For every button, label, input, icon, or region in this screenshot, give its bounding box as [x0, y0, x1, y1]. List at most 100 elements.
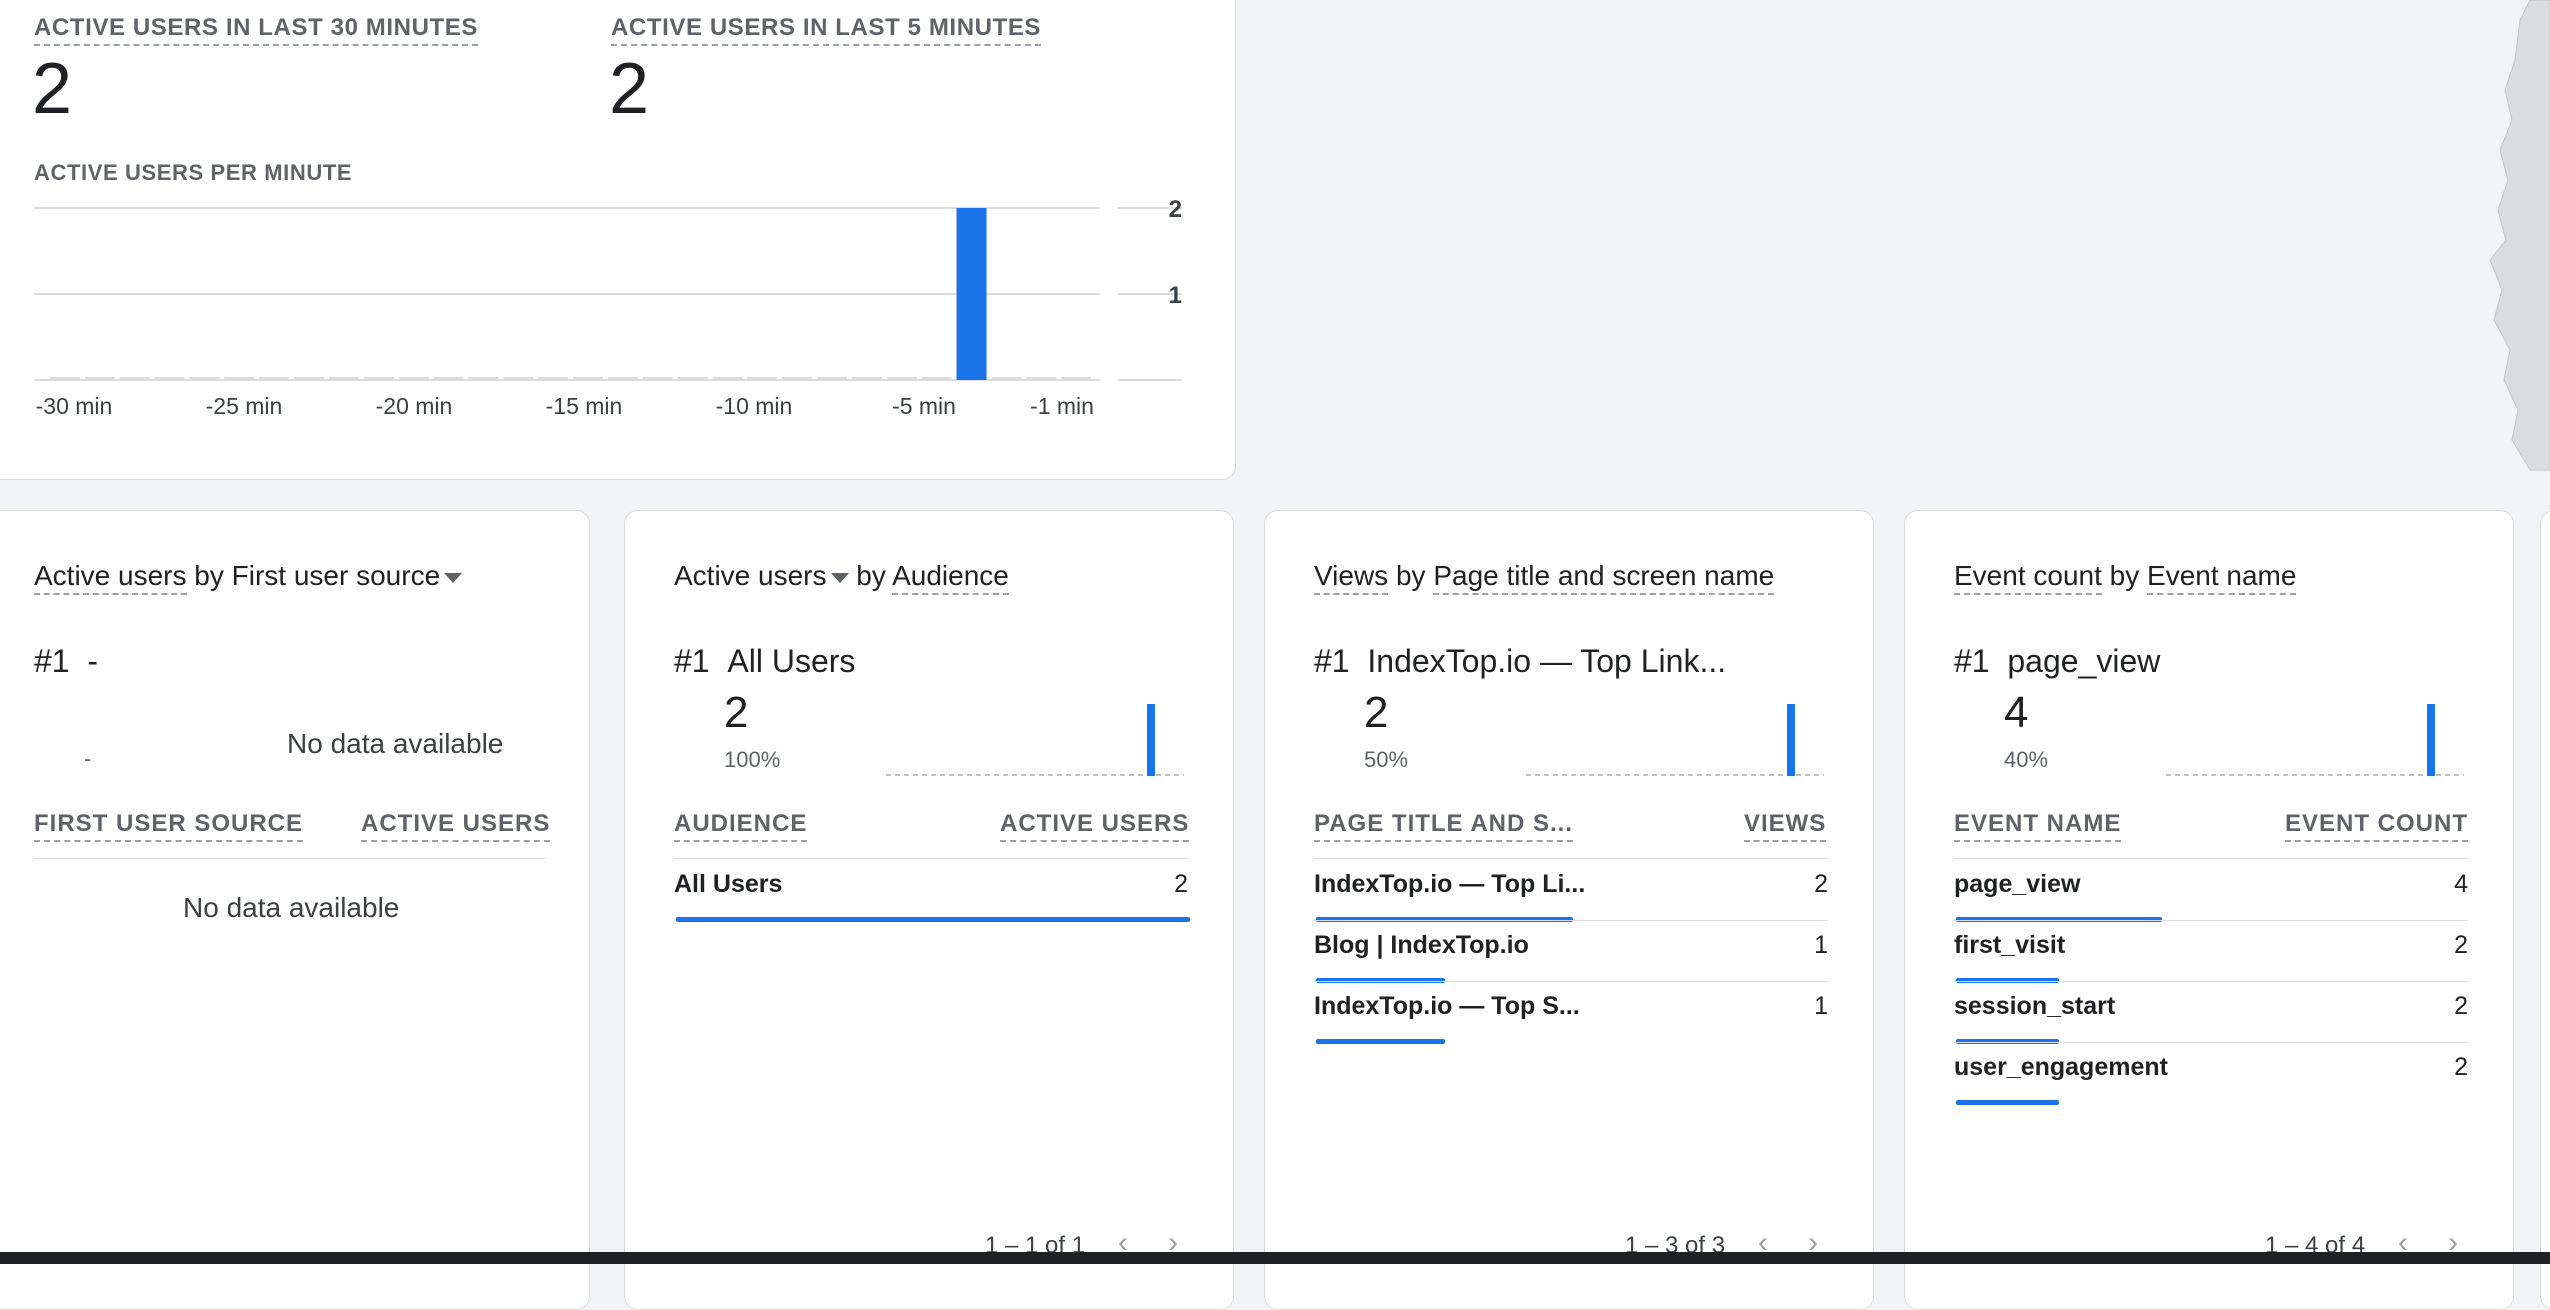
- col-head-event-name[interactable]: EVENT NAME: [1954, 810, 2122, 842]
- title-by: by: [1395, 560, 1426, 591]
- card-next-partial: [2540, 510, 2550, 1310]
- caret-down-icon[interactable]: [830, 572, 849, 583]
- chart-bar-empty: [712, 377, 743, 380]
- metric-selector[interactable]: Active users: [674, 560, 827, 591]
- table-row-value: 2: [1174, 870, 1188, 898]
- chart-bar-empty: [433, 377, 464, 380]
- table-row-label[interactable]: page_view: [1954, 870, 2080, 899]
- col-head-active-users[interactable]: ACTIVE USERS: [1000, 810, 1190, 842]
- chart-bar-empty: [991, 377, 1022, 380]
- caret-down-icon[interactable]: [444, 572, 463, 583]
- card-title-source: Active users by First user source: [34, 560, 463, 595]
- chart-bar[interactable]: [956, 208, 987, 380]
- active-users-30-value: 2: [32, 49, 73, 129]
- chart-bar-empty: [503, 377, 534, 380]
- x-tick-label: -20 min: [376, 393, 453, 419]
- chart-bar-empty: [677, 377, 708, 380]
- col-head-event-count[interactable]: EVENT COUNT: [2285, 810, 2469, 842]
- table-row-bar: [1956, 1100, 2059, 1105]
- card-title-views: Views by Page title and screen name: [1314, 560, 1775, 595]
- dimension-selector[interactable]: Audience: [892, 560, 1009, 595]
- table-divider: [1314, 858, 1828, 859]
- table-row-label[interactable]: first_visit: [1954, 931, 2065, 960]
- col-head-page-title[interactable]: PAGE TITLE AND S...: [1314, 810, 1574, 842]
- top-percent: 50%: [1364, 747, 1409, 772]
- active-users-30-label[interactable]: ACTIVE USERS IN LAST 30 MINUTES: [34, 14, 478, 46]
- world-map: [2489, 0, 2550, 471]
- table-row-bar: [1316, 1039, 1445, 1044]
- dimension-selector[interactable]: First user source: [232, 560, 441, 591]
- col-head-active-users[interactable]: ACTIVE USERS: [361, 810, 551, 842]
- rank-number: #1: [34, 643, 70, 679]
- top-value: 2: [724, 688, 749, 737]
- chart-bar-empty: [468, 377, 499, 380]
- table-row-value: 2: [2454, 931, 2468, 959]
- dimension-selector[interactable]: Event name: [2147, 560, 2297, 595]
- table-row-label[interactable]: Blog | IndexTop.io: [1314, 931, 1529, 960]
- card-audience: [624, 510, 1234, 1310]
- active-users-5-label[interactable]: ACTIVE USERS IN LAST 5 MINUTES: [611, 14, 1042, 46]
- metric-selector[interactable]: Event count: [1954, 560, 2102, 595]
- top-rank: #1 IndexTop.io — Top Link...: [1314, 643, 1726, 680]
- col-head-first-user-source[interactable]: FIRST USER SOURCE: [34, 810, 304, 842]
- chart-bar-empty: [50, 377, 80, 380]
- table-row-value: 2: [1814, 870, 1828, 898]
- x-tick-label: -30 min: [36, 393, 113, 419]
- spark-value: -: [84, 746, 92, 771]
- table-row-value: 1: [1814, 931, 1828, 959]
- per-minute-chart-title: ACTIVE USERS PER MINUTE: [34, 160, 353, 185]
- col-head-audience[interactable]: AUDIENCE: [674, 810, 808, 842]
- y-tick-label: 1: [1169, 282, 1182, 309]
- table-row-bar: [676, 917, 1190, 922]
- chart-bar-empty: [294, 377, 325, 380]
- title-by: by: [856, 560, 886, 591]
- rank-value: All Users: [727, 643, 856, 679]
- table-divider: [1954, 858, 2468, 859]
- x-tick-label: -5 min: [892, 393, 956, 419]
- sparkline-views: [1526, 704, 1824, 776]
- chart-bar-empty: [398, 377, 429, 380]
- table-row-label[interactable]: user_engagement: [1954, 1053, 2168, 1082]
- table-row-divider: [1314, 981, 1828, 982]
- table-row-divider: [1954, 981, 2468, 982]
- table-row-value: 4: [2454, 870, 2468, 898]
- title-by: by: [2109, 560, 2140, 591]
- top-value: 4: [2004, 688, 2029, 737]
- active-users-5-value: 2: [609, 49, 650, 129]
- chart-bar-empty: [189, 377, 220, 380]
- metric-selector[interactable]: Active users: [34, 560, 187, 595]
- table-row-value: 2: [2454, 1053, 2468, 1081]
- table-row-label[interactable]: All Users: [674, 870, 782, 899]
- chart-bar-empty: [921, 377, 952, 380]
- x-tick-label: -10 min: [716, 393, 793, 419]
- metric-selector[interactable]: Views: [1314, 560, 1389, 595]
- rank-value: IndexTop.io — Top Link...: [1367, 643, 1727, 679]
- table-row-value: 2: [2454, 992, 2468, 1020]
- table-divider: [674, 858, 1188, 859]
- chart-bar-empty: [607, 377, 638, 380]
- top-value: 2: [1364, 688, 1389, 737]
- chart-bar-empty: [119, 377, 150, 380]
- chart-bar-empty: [328, 377, 359, 380]
- title-by: by: [194, 560, 224, 591]
- spark-no-data: No data available: [287, 728, 504, 759]
- rank-number: #1: [1314, 643, 1350, 679]
- chart-bar-empty: [886, 377, 917, 380]
- chart-bar-empty: [1026, 377, 1057, 380]
- chart-bar-empty: [154, 377, 185, 380]
- table-row-divider: [1954, 1042, 2468, 1043]
- x-tick-label: -1 min: [1030, 393, 1094, 419]
- x-tick-label: -25 min: [206, 393, 283, 419]
- table-row-label[interactable]: IndexTop.io — Top S...: [1314, 992, 1580, 1021]
- table-row-label[interactable]: session_start: [1954, 992, 2115, 1021]
- dimension-selector[interactable]: Page title and screen name: [1433, 560, 1775, 595]
- top-rank: #1 -: [34, 643, 98, 680]
- rank-number: #1: [1954, 643, 1990, 679]
- col-head-views[interactable]: VIEWS: [1744, 810, 1827, 842]
- table-row-label[interactable]: IndexTop.io — Top Li...: [1314, 870, 1585, 899]
- top-rank: #1 All Users: [674, 643, 855, 680]
- chart-bar-empty: [817, 377, 848, 380]
- sparkline-audience: [886, 704, 1184, 776]
- x-tick-label: -15 min: [546, 393, 623, 419]
- chart-bar-empty: [642, 377, 673, 380]
